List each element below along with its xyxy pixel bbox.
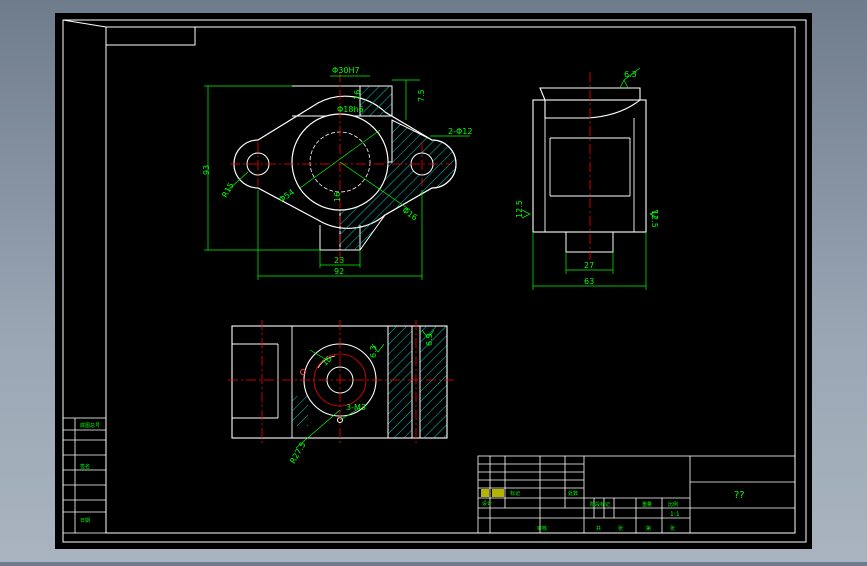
top-rough-1: 6.3 (369, 345, 378, 358)
title-mid-label-3: 设计 (482, 500, 492, 507)
title-right-label-1: 阶段标记 (590, 501, 610, 508)
title-right-label-3: 比例 (668, 501, 678, 508)
side-rough-top: 6.3 (624, 70, 637, 79)
front-dim-hole: 2-Φ12 (448, 127, 472, 136)
title-name-box: ?? (734, 490, 745, 501)
front-dim-small1: 16 (353, 90, 362, 100)
side-rough-right: 12.5 (650, 210, 659, 228)
title-right-label-7: 张 (670, 525, 675, 532)
side-dim-width27: 27 (584, 261, 594, 270)
front-top-hatch (359, 85, 393, 117)
side-dim-width63: 63 (584, 277, 594, 286)
title-right-label-2: 重量 (642, 501, 652, 508)
cad-viewport[interactable]: 底图总号 签名 日期 Φ30H7 Φ18h6 2-Φ12 93 R15 Φ54 … (0, 0, 867, 562)
title-right-label-5: 张 (618, 525, 623, 532)
front-dim-height: 93 (202, 165, 211, 175)
top-dim-thread: 3-M3 (346, 403, 366, 412)
title-yellow-cell-1 (481, 489, 489, 497)
title-yellow-cell-2 (492, 489, 504, 497)
title-mid-label-1: 标记 (510, 490, 520, 497)
front-dim-width23: 23 (334, 256, 344, 265)
front-dim-width92: 92 (334, 267, 344, 276)
front-dim-bore: Φ30H7 (332, 66, 360, 75)
stamp-label-3: 日期 (80, 518, 90, 524)
front-dim-small3: 16 (333, 192, 342, 202)
top-left-hatch (292, 396, 308, 426)
front-dim-small2: 7.5 (417, 89, 426, 102)
title-right-label-4: 共 (596, 525, 601, 532)
title-scale: 1:1 (670, 511, 680, 518)
sheet-background (55, 13, 812, 549)
front-dim-pilot: Φ18h6 (337, 105, 364, 114)
cad-drawing[interactable]: 底图总号 签名 日期 Φ30H7 Φ18h6 2-Φ12 93 R15 Φ54 … (0, 0, 867, 562)
stamp-label-1: 底图总号 (80, 422, 100, 429)
title-mid-label-2: 处数 (568, 490, 578, 497)
title-right-label-6: 第 (646, 525, 651, 532)
side-rough-left: 12.5 (515, 200, 524, 218)
stamp-label-2: 签名 (80, 463, 90, 470)
top-rough-2: 6.3 (425, 333, 434, 346)
title-mid-label-4: 审核 (537, 525, 547, 532)
top-section-hatch-1 (387, 325, 413, 439)
